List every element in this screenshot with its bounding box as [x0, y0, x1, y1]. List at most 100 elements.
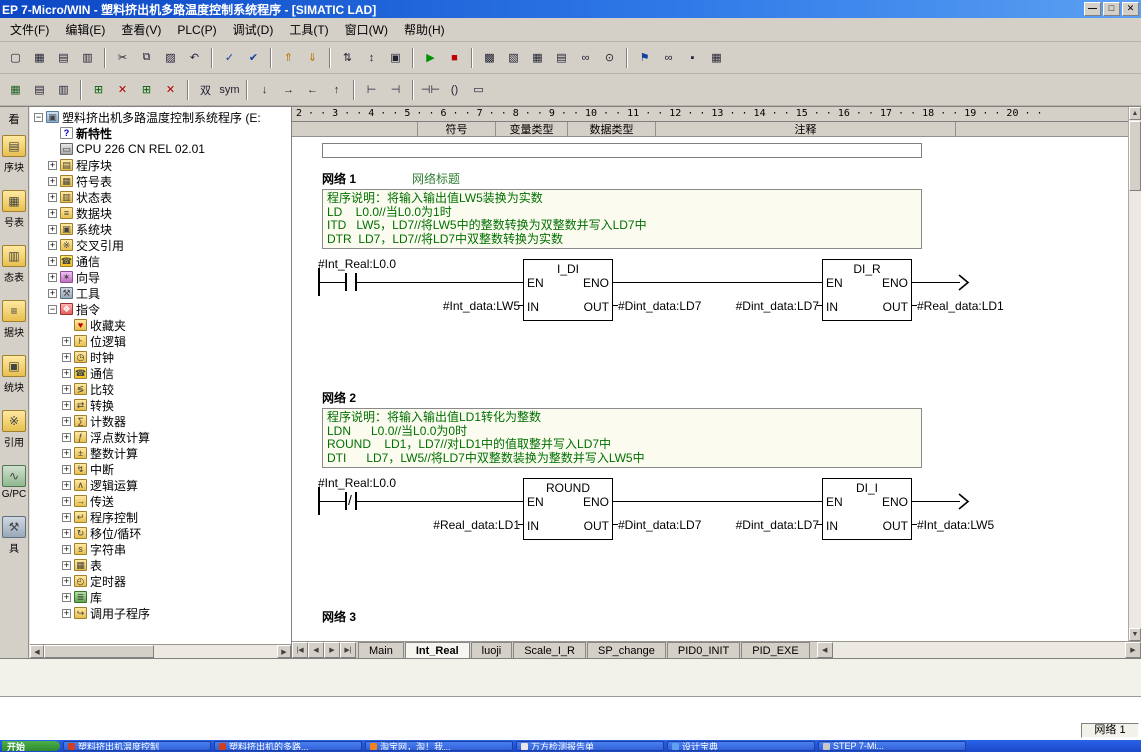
network-title[interactable]: 网络 1 [322, 170, 356, 187]
scroll-right-button[interactable]: ▶ [1125, 642, 1141, 658]
network-comment[interactable]: 程序说明：将输入输出值LW5装换为实数 LD L0.0//当L0.0为1时 IT… [322, 189, 922, 249]
tree-item[interactable]: − ❖ 指令 [32, 301, 291, 317]
expander-plus-icon[interactable]: + [48, 288, 57, 298]
scroll-left-button[interactable]: ◀ [30, 645, 44, 658]
expander-plus-icon[interactable]: + [62, 336, 71, 346]
insert-table-icon[interactable]: ▦ [705, 46, 728, 69]
link-icon[interactable]: ∞ [657, 46, 680, 69]
tree-item[interactable]: + ⊦ 位逻辑 [32, 333, 291, 349]
menu-item-2[interactable]: 查看(V) [113, 18, 169, 41]
insert-horizontal-line-icon[interactable]: ⊣ [384, 78, 407, 101]
function-box[interactable]: DI_R EN ENO IN OUT [822, 259, 912, 321]
run-icon[interactable]: ▶ [419, 46, 442, 69]
editor-horizontal-scrollbar[interactable]: ◀ ▶ [816, 642, 1141, 658]
contact-bar-left[interactable] [345, 273, 347, 291]
viewbar-item[interactable]: ※ 引用 [2, 410, 26, 449]
expander-plus-icon[interactable]: + [62, 448, 71, 458]
viewbar-item[interactable]: ▥ 态表 [2, 245, 26, 284]
tree-item[interactable]: + ∑ 计数器 [32, 413, 291, 429]
first-tab-button[interactable]: |◀ [292, 642, 308, 658]
tree-item[interactable]: + ※ 交叉引用 [32, 237, 291, 253]
expander-plus-icon[interactable]: + [48, 256, 57, 266]
tree-item[interactable]: + ↵ 程序控制 [32, 509, 291, 525]
function-box[interactable]: DI_I EN ENO IN OUT [822, 478, 912, 540]
tree-item[interactable]: + ∧ 逻辑运算 [32, 477, 291, 493]
tree-item[interactable]: ♥ 收藏夹 [32, 317, 291, 333]
variable-table-row[interactable] [322, 143, 922, 158]
minimize-button[interactable]: — [1084, 2, 1101, 16]
scroll-down-button[interactable]: ▼ [1129, 628, 1141, 641]
tab-main[interactable]: Main [358, 642, 404, 658]
menu-item-5[interactable]: 工具(T) [281, 18, 336, 41]
tab-pid_exe[interactable]: PID_EXE [741, 642, 810, 658]
ladder-canvas[interactable]: 网络 1 网络标题 程序说明：将输入输出值LW5装换为实数 LD L0.0//当… [292, 137, 1128, 641]
tree-item[interactable]: + ƒ 浮点数计算 [32, 429, 291, 445]
options-icon[interactable]: ▣ [384, 46, 407, 69]
delete-row-icon[interactable]: ✕ [159, 78, 182, 101]
tree-horizontal-scrollbar[interactable]: ◀ ▶ [30, 644, 291, 658]
tree-item[interactable]: + ☎ 通信 [32, 253, 291, 269]
column-var-type[interactable]: 变量类型 [495, 122, 567, 136]
menu-item-6[interactable]: 窗口(W) [337, 18, 396, 41]
insert-box-icon[interactable]: ▭ [467, 78, 490, 101]
menu-item-1[interactable]: 编辑(E) [57, 18, 113, 41]
menu-item-7[interactable]: 帮助(H) [396, 18, 453, 41]
expander-plus-icon[interactable]: + [62, 592, 71, 602]
editor-vertical-scrollbar[interactable]: ▲ ▼ [1128, 107, 1141, 641]
scroll-left-button[interactable]: ◀ [816, 642, 833, 658]
print-preview-icon[interactable]: ▥ [76, 46, 99, 69]
column-symbol[interactable]: 符号 [417, 122, 495, 136]
viewbar-item[interactable]: ▣ 统块 [2, 355, 26, 394]
column-data-type[interactable]: 数据类型 [567, 122, 655, 136]
insert-vertical-line-icon[interactable]: ⊢ [360, 78, 383, 101]
expander-plus-icon[interactable]: + [48, 208, 57, 218]
taskbar-button[interactable]: 塑料挤出机温度控制 [63, 741, 211, 751]
zoom-icon[interactable]: ⊙ [598, 46, 621, 69]
taskbar-button[interactable]: 淘宝网，淘！我... [365, 741, 513, 751]
insert-contact-icon[interactable]: ⊣⊢ [419, 78, 442, 101]
tree-item[interactable]: + ▦ 表 [32, 557, 291, 573]
tree-item[interactable]: + ◴ 定时器 [32, 573, 291, 589]
expander-minus-icon[interactable]: − [48, 304, 57, 314]
delete-network-icon[interactable]: ✕ [111, 78, 134, 101]
viewbar-item[interactable]: ▦ 号表 [2, 190, 26, 229]
glasses-icon[interactable]: ∞ [574, 46, 597, 69]
tab-sp_change[interactable]: SP_change [586, 642, 666, 658]
tree-item[interactable]: ? 新特性 [32, 125, 291, 141]
column-comment[interactable]: 注释 [655, 122, 955, 136]
operand-in[interactable]: #Real_data:LD1 [378, 518, 520, 532]
expander-plus-icon[interactable]: + [62, 432, 71, 442]
cut-icon[interactable]: ✂ [111, 46, 134, 69]
expander-plus-icon[interactable]: + [48, 192, 57, 202]
copy-icon[interactable]: ⧉ [135, 46, 158, 69]
menu-item-3[interactable]: PLC(P) [169, 20, 224, 40]
tree-item[interactable]: + ▤ 程序块 [32, 157, 291, 173]
scrollbar-thumb[interactable] [44, 645, 154, 658]
operand-out[interactable]: #Real_data:LD1 [917, 299, 1004, 313]
viewbar-item[interactable]: ∿ G/PC [2, 465, 26, 500]
expander-plus-icon[interactable]: + [62, 496, 71, 506]
line-up-icon[interactable]: ↑ [325, 78, 348, 101]
expander-plus-icon[interactable]: + [62, 384, 71, 394]
compile-all-icon[interactable]: ✔ [242, 46, 265, 69]
expander-minus-icon[interactable]: − [34, 112, 43, 122]
stop-icon[interactable]: ■ [443, 46, 466, 69]
tree-item[interactable]: + s 字符串 [32, 541, 291, 557]
upload-icon[interactable]: ⇑ [277, 46, 300, 69]
expander-plus-icon[interactable]: + [62, 368, 71, 378]
tree-item[interactable]: + ✶ 向导 [32, 269, 291, 285]
expander-plus-icon[interactable]: + [62, 352, 71, 362]
tab-scale_i_r[interactable]: Scale_I_R [513, 642, 586, 658]
contact-operand[interactable]: #Int_Real:L0.0 [318, 257, 396, 271]
new-file-icon[interactable]: ▢ [4, 46, 27, 69]
scrollbar-track[interactable] [154, 645, 277, 658]
viewbar-item[interactable]: ≡ 据块 [2, 300, 26, 339]
expander-plus-icon[interactable]: + [62, 544, 71, 554]
scrollbar-track[interactable] [832, 642, 1125, 658]
compile-icon[interactable]: ✓ [218, 46, 241, 69]
line-right-icon[interactable]: → [277, 78, 300, 101]
tab-pid0_init[interactable]: PID0_INIT [666, 642, 741, 658]
maximize-button[interactable]: □ [1103, 2, 1120, 16]
expander-plus-icon[interactable]: + [62, 480, 71, 490]
symbol-info-icon[interactable]: 双 [194, 78, 217, 101]
